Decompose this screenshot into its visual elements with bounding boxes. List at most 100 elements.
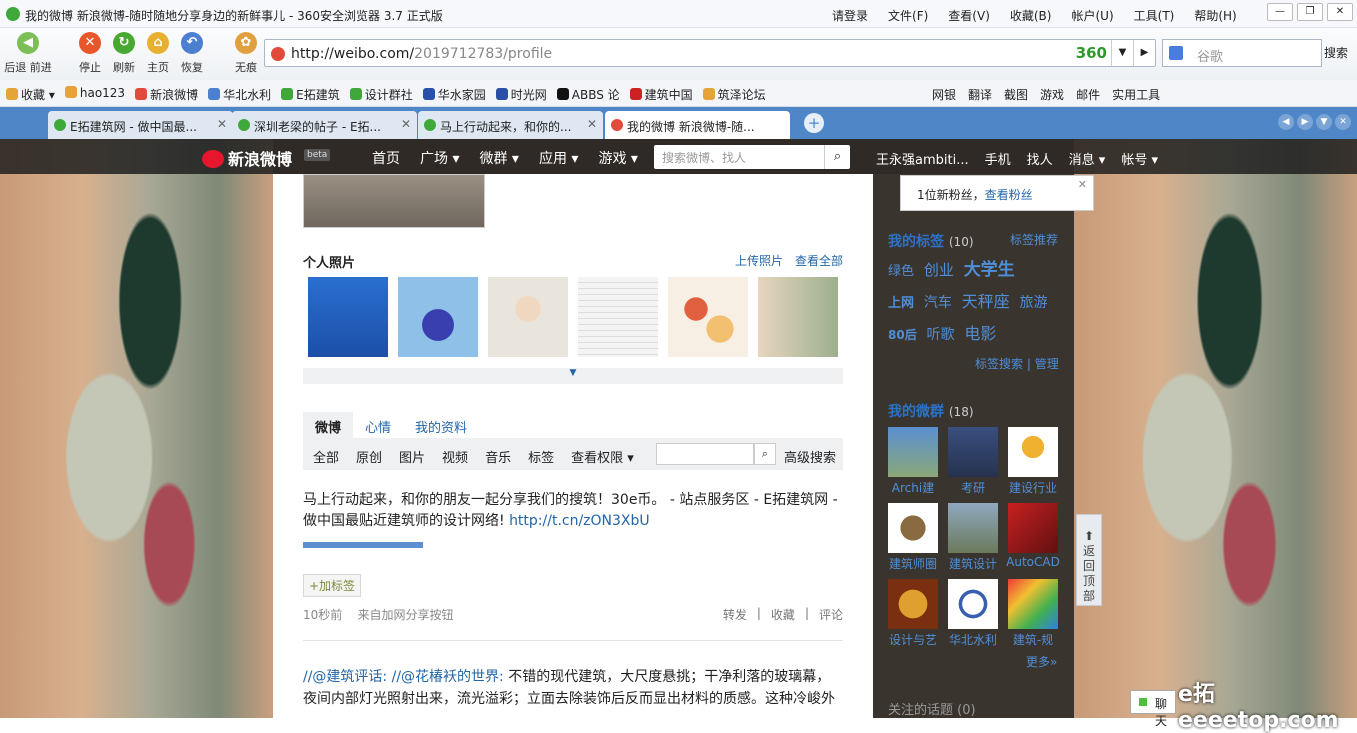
photo-thumbnail[interactable] — [578, 277, 658, 357]
tag-item[interactable]: 80后 — [888, 328, 917, 342]
favorites-item[interactable]: 收藏 ▾ — [6, 86, 55, 103]
tab-scroll-right-icon[interactable]: ▶ — [1297, 114, 1313, 130]
tab-share[interactable]: 马上行动起来，和你的... ✕ — [418, 111, 603, 139]
tab-weibo-posts[interactable]: 微博 — [303, 412, 354, 441]
address-bar[interactable]: http://weibo.com/2019712783/profile 360 … — [264, 39, 1156, 67]
search-button[interactable]: 搜索 — [1324, 44, 1348, 61]
tag-search-link[interactable]: 标签搜索 — [975, 357, 1023, 371]
tag-recommend-link[interactable]: 标签推荐 — [1010, 231, 1058, 248]
group-item[interactable]: Archi建 — [882, 427, 944, 496]
photo-thumbnail[interactable] — [758, 277, 838, 357]
minimize-button[interactable]: — — [1267, 3, 1293, 21]
nav-home[interactable]: 首页 — [372, 148, 400, 168]
group-item[interactable]: 华北水利 — [942, 579, 1004, 648]
restore-button[interactable]: ↶ 恢复 — [176, 32, 208, 75]
go-icon[interactable]: ▶ — [1133, 40, 1155, 66]
tag-item[interactable]: 天秤座 — [962, 292, 1010, 311]
favorites-item[interactable]: E拓建筑 — [281, 86, 340, 103]
nav-games[interactable]: 游戏 ▾ — [598, 148, 637, 168]
tab-weibo[interactable]: 我的微博 新浪微博-随... — [605, 111, 790, 139]
tool-screenshot[interactable]: 截图 — [1004, 86, 1028, 103]
view-menu[interactable]: 查看(V) — [948, 7, 990, 24]
group-item[interactable]: 设计与艺 — [882, 579, 944, 648]
favorites-item[interactable]: 建筑中国 — [629, 86, 693, 103]
weibo-logo[interactable]: 新浪微博 — [202, 146, 292, 170]
tab-etuo[interactable]: E拓建筑网 - 做中国最... ✕ — [48, 111, 233, 139]
tool-utilities[interactable]: 实用工具 — [1112, 86, 1160, 103]
tab-close-all-icon[interactable]: ✕ — [1335, 114, 1351, 130]
favorites-item[interactable]: 华北水利 — [208, 86, 271, 103]
user-name[interactable]: 王永强ambiti... — [876, 149, 969, 168]
back-to-top-button[interactable]: ⬆ 返回顶部 — [1076, 514, 1102, 606]
favorites-item[interactable]: 时光网 — [495, 86, 547, 103]
favorites-item[interactable]: 华水家园 — [422, 86, 486, 103]
view-all-photos-link[interactable]: 查看全部 — [795, 252, 843, 269]
tab-list-icon[interactable]: ▼ — [1316, 114, 1332, 130]
account-menu[interactable]: 帐户(U) — [1071, 7, 1113, 24]
filter-images[interactable]: 图片 — [399, 447, 425, 466]
tag-item[interactable]: 创业 — [924, 261, 954, 279]
favorites-item[interactable]: hao123 — [64, 86, 125, 103]
favorites-item[interactable]: 筑泽论坛 — [702, 86, 766, 103]
nav-square[interactable]: 广场 ▾ — [420, 148, 459, 168]
tag-item[interactable]: 听歌 — [927, 327, 955, 343]
filter-original[interactable]: 原创 — [356, 447, 382, 466]
home-button[interactable]: ⌂ 主页 — [142, 32, 174, 75]
post-source[interactable]: 来自加网分享按钮 — [358, 608, 454, 622]
nav-apps[interactable]: 应用 ▾ — [539, 148, 578, 168]
nav-messages[interactable]: 消息 ▾ — [1069, 149, 1106, 168]
more-groups-link[interactable]: 更多» — [1026, 653, 1057, 670]
filter-video[interactable]: 视频 — [442, 447, 468, 466]
tab-close-icon[interactable]: ✕ — [217, 117, 227, 131]
nav-groups[interactable]: 微群 ▾ — [479, 148, 518, 168]
group-item[interactable]: 考研 — [942, 427, 1004, 496]
stop-button[interactable]: ✕ 停止 — [74, 32, 106, 75]
post-time[interactable]: 10秒前 — [303, 608, 342, 622]
filter-permissions[interactable]: 查看权限 ▾ — [571, 447, 634, 466]
help-menu[interactable]: 帮助(H) — [1194, 7, 1236, 24]
tag-item[interactable]: 大学生 — [964, 260, 1015, 280]
nav-account[interactable]: 帐号 ▾ — [1121, 149, 1158, 168]
advanced-search-link[interactable]: 高级搜索 — [784, 447, 836, 466]
photo-thumbnail[interactable] — [488, 277, 568, 357]
group-item[interactable]: 建筑设计 — [942, 503, 1004, 572]
filter-music[interactable]: 音乐 — [485, 447, 511, 466]
group-item[interactable]: 建筑-规 — [1002, 579, 1064, 648]
search-icon[interactable]: ⌕ — [824, 145, 850, 169]
expand-photos-button[interactable]: ▼ — [303, 368, 843, 384]
tool-bank[interactable]: 网银 — [932, 86, 956, 103]
filter-tags[interactable]: 标签 — [528, 447, 554, 466]
favorites-item[interactable]: 设计群社 — [349, 86, 413, 103]
favorite-link[interactable]: 收藏 — [771, 606, 795, 623]
weibo-search-input[interactable]: 搜索微博、找人 ⌕ — [654, 145, 850, 169]
close-icon[interactable]: ✕ — [1078, 178, 1087, 191]
group-item[interactable]: 建设行业 — [1002, 427, 1064, 496]
add-tag-button[interactable]: +加标签 — [303, 574, 362, 597]
tab-mood[interactable]: 心情 — [353, 412, 403, 441]
photo-thumbnail[interactable] — [668, 277, 748, 357]
tag-manage-link[interactable]: 管理 — [1035, 357, 1059, 371]
close-button[interactable]: ✕ — [1327, 3, 1353, 21]
tab-close-icon[interactable]: ✕ — [587, 117, 597, 131]
address-dropdown-icon[interactable]: ▼ — [1111, 40, 1133, 66]
tools-menu[interactable]: 工具(T) — [1134, 7, 1175, 24]
mention-link[interactable]: //@建筑评话: //@花椿袄的世界: — [303, 669, 504, 685]
incognito-button[interactable]: ✿ 无痕 — [230, 32, 262, 75]
tab-my-profile[interactable]: 我的资料 — [403, 412, 479, 441]
filter-all[interactable]: 全部 — [313, 447, 339, 466]
photo-thumbnail[interactable] — [308, 277, 388, 357]
group-item[interactable]: 建筑师圈 — [882, 503, 944, 572]
repost-link[interactable]: 转发 — [723, 606, 747, 623]
file-menu[interactable]: 文件(F) — [888, 7, 928, 24]
feed-search-input[interactable] — [656, 443, 754, 465]
tab-post[interactable]: 深圳老梁的帖子 - E拓... ✕ — [232, 111, 417, 139]
nav-find-people[interactable]: 找人 — [1027, 149, 1053, 168]
tool-mail[interactable]: 邮件 — [1076, 86, 1100, 103]
tool-games[interactable]: 游戏 — [1040, 86, 1064, 103]
search-input[interactable]: 谷歌 — [1162, 39, 1322, 67]
back-forward-button[interactable]: ◀ 后退 前进 — [2, 32, 54, 75]
tag-item[interactable]: 电影 — [964, 324, 996, 343]
post-link[interactable]: http://t.cn/zON3XbU — [509, 513, 650, 529]
tag-item[interactable]: 绿色 — [888, 264, 914, 279]
maximize-button[interactable]: ❐ — [1297, 3, 1323, 21]
